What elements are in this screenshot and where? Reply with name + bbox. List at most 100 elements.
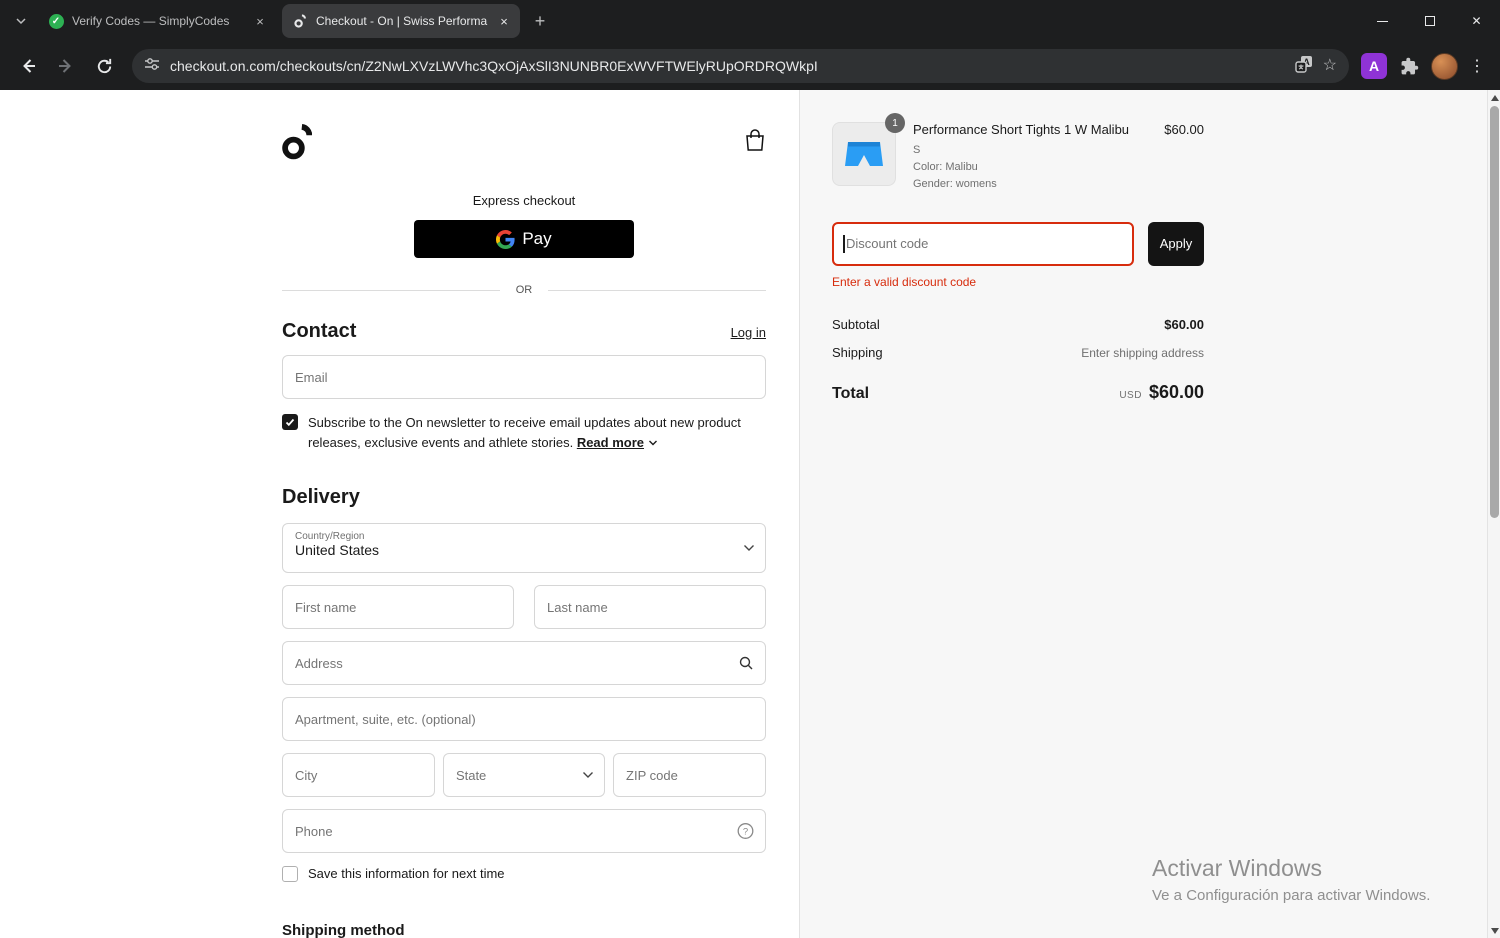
save-info-label: Save this information for next time — [308, 866, 505, 881]
city-state-zip-row: State — [282, 753, 766, 809]
address-bar[interactable]: checkout.on.com/checkouts/cn/Z2NwLXVzLWV… — [132, 49, 1349, 83]
first-name-field[interactable] — [282, 585, 514, 629]
back-button[interactable] — [12, 50, 44, 82]
tab-close-icon[interactable]: × — [252, 13, 268, 29]
apply-button[interactable]: Apply — [1148, 221, 1204, 266]
product-price: $60.00 — [1164, 122, 1204, 137]
google-pay-button[interactable]: Pay — [414, 220, 634, 258]
country-select[interactable]: Country/Region United States — [282, 523, 766, 573]
line-item-details: Performance Short Tights 1 W Malibu $60.… — [913, 122, 1204, 190]
shipping-method-heading: Shipping method — [282, 922, 405, 938]
tab-checkout-on[interactable]: Checkout - On | Swiss Performa × — [282, 4, 520, 38]
shipping-value: Enter shipping address — [1081, 345, 1204, 360]
save-info-checkbox[interactable] — [282, 866, 298, 882]
email-field[interactable] — [282, 355, 766, 399]
tab-title: Checkout - On | Swiss Performa — [316, 14, 488, 28]
discount-row: Apply — [832, 221, 1204, 266]
or-divider: OR — [282, 284, 766, 296]
city-field-wrap — [282, 753, 435, 797]
shipping-label: Shipping — [832, 344, 883, 360]
divider-line — [548, 289, 766, 291]
maximize-button[interactable] — [1406, 0, 1453, 42]
minimize-icon — [1377, 20, 1388, 22]
email-field-wrap — [282, 355, 766, 399]
on-logo-icon[interactable] — [282, 122, 313, 165]
close-button[interactable]: ✕ — [1453, 0, 1500, 42]
newsletter-text: Subscribe to the On newsletter to receiv… — [308, 413, 766, 452]
city-field[interactable] — [282, 753, 435, 797]
scroll-up-icon[interactable] — [1488, 90, 1500, 105]
product-color: Color: Malibu — [913, 160, 978, 173]
chevron-down-icon — [582, 766, 594, 784]
url-text[interactable]: checkout.on.com/checkouts/cn/Z2NwLXVzLWV… — [170, 58, 1285, 74]
profile-avatar[interactable] — [1431, 52, 1458, 80]
tab-search-chevron-icon[interactable] — [8, 8, 34, 34]
divider-line — [282, 289, 500, 291]
name-row — [282, 585, 766, 641]
total-label: Total — [832, 384, 870, 402]
checkout-main: Express checkout Pay OR Contact Log in E… — [0, 90, 800, 938]
translate-icon[interactable]: A — [1294, 55, 1313, 78]
on-favicon-icon — [292, 13, 308, 29]
currency-label: USD — [1119, 389, 1142, 401]
simplycodes-favicon-icon: ✓ — [48, 13, 64, 29]
minimize-button[interactable] — [1359, 0, 1406, 42]
last-name-field[interactable] — [534, 585, 766, 629]
apartment-field[interactable] — [282, 697, 766, 741]
phone-field[interactable] — [282, 809, 766, 853]
extension-a-icon[interactable]: A — [1361, 53, 1387, 79]
address-field-wrap — [282, 641, 766, 685]
browser-window: ✓ Verify Codes — SimplyCodes × Checkout … — [0, 0, 1500, 938]
subtotal-label: Subtotal — [832, 316, 880, 332]
tab-simplycodes[interactable]: ✓ Verify Codes — SimplyCodes × — [38, 4, 276, 38]
site-info-icon[interactable] — [144, 56, 160, 77]
extensions-puzzle-icon[interactable] — [1393, 50, 1425, 82]
windows-activation-watermark: Activar Windows Ve a Configuración para … — [1152, 855, 1430, 904]
scrollbar-thumb[interactable] — [1490, 106, 1499, 518]
zip-field-wrap — [613, 753, 766, 797]
read-more-link[interactable]: Read more — [577, 435, 644, 450]
discount-error-text: Enter a valid discount code — [832, 274, 977, 289]
maximize-icon — [1424, 16, 1435, 26]
address-field[interactable] — [282, 641, 766, 685]
product-image — [832, 122, 896, 186]
window-controls: ✕ — [1359, 0, 1500, 42]
chevron-down-icon — [743, 539, 755, 557]
checkout-page: Express checkout Pay OR Contact Log in E… — [0, 90, 1500, 938]
order-summary: 1 Performance Short Tights 1 W Malibu $6… — [800, 90, 1500, 938]
tab-title: Verify Codes — SimplyCodes — [72, 14, 230, 28]
scroll-down-icon[interactable] — [1490, 928, 1499, 934]
state-select[interactable]: State — [442, 753, 606, 797]
or-label: OR — [515, 284, 533, 296]
help-icon[interactable]: ? — [737, 823, 754, 840]
last-name-wrap — [534, 585, 766, 629]
first-name-wrap — [282, 585, 514, 629]
svg-text:?: ? — [743, 827, 748, 838]
tab-close-icon[interactable]: × — [496, 13, 512, 29]
total-row: Total USD $60.00 — [832, 382, 1204, 403]
shop-header — [282, 122, 766, 165]
bookmark-star-icon[interactable]: ☆ — [1323, 58, 1337, 74]
login-link[interactable]: Log in — [731, 325, 766, 340]
watermark-line1: Activar Windows — [1152, 855, 1322, 881]
state-label: State — [455, 767, 487, 783]
forward-button[interactable] — [50, 50, 82, 82]
new-tab-button[interactable]: + — [526, 7, 554, 35]
totals: Subtotal $60.00 Shipping Enter shipping … — [832, 317, 1204, 403]
quantity-badge: 1 — [885, 113, 905, 133]
product-thumbnail: 1 — [832, 113, 905, 186]
browser-menu-icon[interactable]: ⋮ — [1464, 56, 1490, 76]
discount-code-field[interactable] — [832, 221, 1134, 266]
watermark-line2: Ve a Configuración para activar Windows. — [1152, 887, 1431, 904]
cart-bag-icon[interactable] — [744, 129, 766, 158]
zip-field[interactable] — [613, 753, 766, 797]
newsletter-checkbox[interactable] — [282, 414, 298, 430]
country-value: United States — [295, 542, 380, 558]
apartment-field-wrap — [282, 697, 766, 741]
page-scrollbar[interactable] — [1487, 90, 1500, 938]
tab-strip: ✓ Verify Codes — SimplyCodes × Checkout … — [0, 0, 1359, 42]
product-gender: Gender: womens — [913, 177, 997, 190]
shipping-row: Shipping Enter shipping address — [832, 345, 1204, 360]
reload-button[interactable] — [88, 50, 120, 82]
contact-heading: Contact — [282, 320, 357, 342]
